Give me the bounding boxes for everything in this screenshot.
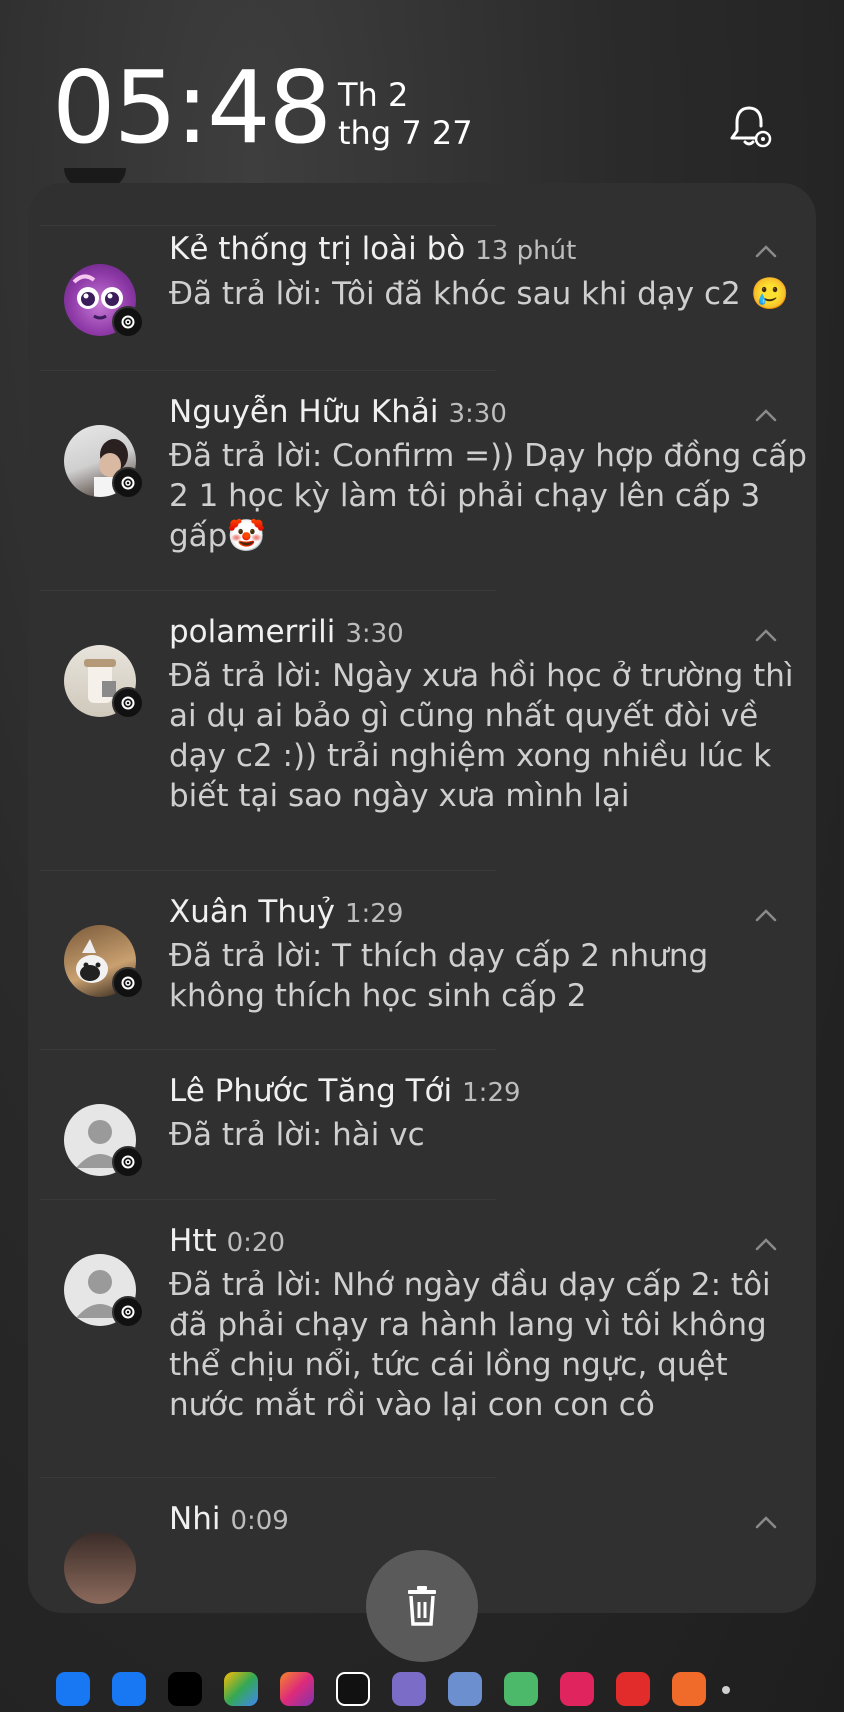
chevron-up-icon[interactable] bbox=[754, 1515, 778, 1529]
threads-badge-icon bbox=[112, 1296, 144, 1328]
notification-header: Nguyễn Hữu Khải 3:30 bbox=[169, 394, 507, 430]
threads-badge-icon bbox=[112, 467, 144, 499]
notification-time: 0:09 bbox=[230, 1506, 289, 1536]
sender-name: Nhi bbox=[169, 1501, 221, 1537]
notification-header: Htt 0:20 bbox=[169, 1223, 285, 1259]
game-icon[interactable] bbox=[672, 1672, 706, 1706]
clear-all-button[interactable] bbox=[366, 1550, 478, 1662]
sender-name: Nguyễn Hữu Khải bbox=[169, 394, 439, 430]
notification-header: Nhi 0:09 bbox=[169, 1501, 289, 1537]
notification-item[interactable]: Htt 0:20 Đã trả lời: Nhớ ngày đầu dạy cấp… bbox=[28, 1199, 816, 1477]
reddit-icon[interactable] bbox=[616, 1672, 650, 1706]
chevron-up-icon[interactable] bbox=[754, 908, 778, 922]
divider bbox=[40, 225, 496, 226]
threads-badge-icon bbox=[112, 687, 144, 719]
threads-badge-icon bbox=[112, 1146, 144, 1178]
notification-time: 3:30 bbox=[448, 399, 507, 429]
notification-header: polamerrili 3:30 bbox=[169, 614, 404, 650]
game-icon[interactable] bbox=[448, 1672, 482, 1706]
notification-item[interactable]: Lê Phước Tăng Tới 1:29 Đã trả lời: hài vc bbox=[28, 1049, 816, 1199]
notification-header: Kẻ thống trị loài bò 13 phút bbox=[169, 231, 576, 267]
notification-item[interactable]: polamerrili 3:30 Đã trả lời: Ngày xưa hồi… bbox=[28, 590, 816, 870]
capcut-icon[interactable] bbox=[336, 1672, 370, 1706]
notification-time: 13 phút bbox=[475, 236, 577, 266]
game-icon[interactable] bbox=[504, 1672, 538, 1706]
notification-header: Lê Phước Tăng Tới 1:29 bbox=[169, 1073, 521, 1109]
notification-header: Xuân Thuỷ 1:29 bbox=[169, 894, 403, 930]
instagram-icon[interactable] bbox=[280, 1672, 314, 1706]
sender-name: Lê Phước Tăng Tới bbox=[169, 1073, 453, 1109]
notification-text: Đã trả lời: Tôi đã khóc sau khi dạy c2 🥲 bbox=[169, 276, 790, 312]
chevron-up-icon[interactable] bbox=[754, 1237, 778, 1251]
notification-text: Đã trả lời: Ngày xưa hồi học ở trường th… bbox=[169, 658, 794, 814]
notification-settings-icon[interactable] bbox=[726, 104, 772, 150]
notification-item[interactable]: Kẻ thống trị loài bò 13 phút Đã trả lời: … bbox=[28, 183, 816, 370]
divider bbox=[40, 1199, 496, 1200]
divider bbox=[40, 1477, 496, 1478]
clock: 05:48 bbox=[52, 49, 332, 166]
date-text: thg 7 27 bbox=[338, 114, 473, 152]
notification-item[interactable]: Nguyễn Hữu Khải 3:30 Đã trả lời: Confirm … bbox=[28, 370, 816, 590]
notification-time: 1:29 bbox=[462, 1078, 521, 1108]
threads-icon[interactable] bbox=[168, 1672, 202, 1706]
divider bbox=[40, 870, 496, 871]
threads-badge-icon bbox=[112, 306, 144, 338]
divider bbox=[40, 1049, 496, 1050]
notification-item[interactable]: Xuân Thuỷ 1:29 Đã trả lời: T thích dạy cấ… bbox=[28, 870, 816, 1049]
threads-badge-icon bbox=[112, 967, 144, 999]
facebook-icon[interactable] bbox=[112, 1672, 146, 1706]
date-display: Th 2 thg 7 27 bbox=[338, 76, 473, 152]
more-apps-dot-icon bbox=[722, 1686, 730, 1694]
sender-name: polamerrili bbox=[169, 614, 336, 650]
notification-text: Đã trả lời: T thích dạy cấp 2 nhưng khôn… bbox=[169, 938, 709, 1014]
sender-name: Htt bbox=[169, 1223, 217, 1259]
sender-name: Xuân Thuỷ bbox=[169, 894, 335, 930]
chevron-up-icon[interactable] bbox=[754, 628, 778, 642]
notification-text: Đã trả lời: hài vc bbox=[169, 1117, 425, 1153]
game-icon[interactable] bbox=[392, 1672, 426, 1706]
notification-text: Đã trả lời: Confirm =)) Dạy hợp đồng cấp… bbox=[169, 438, 807, 554]
photos-icon[interactable] bbox=[224, 1672, 258, 1706]
sender-name: Kẻ thống trị loài bò bbox=[169, 231, 466, 267]
avatar bbox=[64, 1532, 136, 1604]
notification-text: Đã trả lời: Nhớ ngày đầu dạy cấp 2: tôi … bbox=[169, 1267, 771, 1423]
notification-time: 1:29 bbox=[344, 899, 404, 929]
trash-icon bbox=[408, 1586, 436, 1626]
chevron-up-icon[interactable] bbox=[754, 408, 778, 422]
messenger-icon[interactable] bbox=[56, 1672, 90, 1706]
status-bar: 05:48 Th 2 thg 7 27 bbox=[0, 0, 844, 180]
divider bbox=[40, 370, 496, 371]
chevron-up-icon[interactable] bbox=[754, 244, 778, 258]
divider bbox=[40, 590, 496, 591]
notification-panel: Kẻ thống trị loài bò 13 phút Đã trả lời: … bbox=[28, 183, 816, 1613]
game-icon[interactable] bbox=[560, 1672, 594, 1706]
notification-time: 3:30 bbox=[345, 619, 404, 649]
weekday: Th 2 bbox=[338, 76, 409, 114]
notification-time: 0:20 bbox=[226, 1228, 286, 1258]
